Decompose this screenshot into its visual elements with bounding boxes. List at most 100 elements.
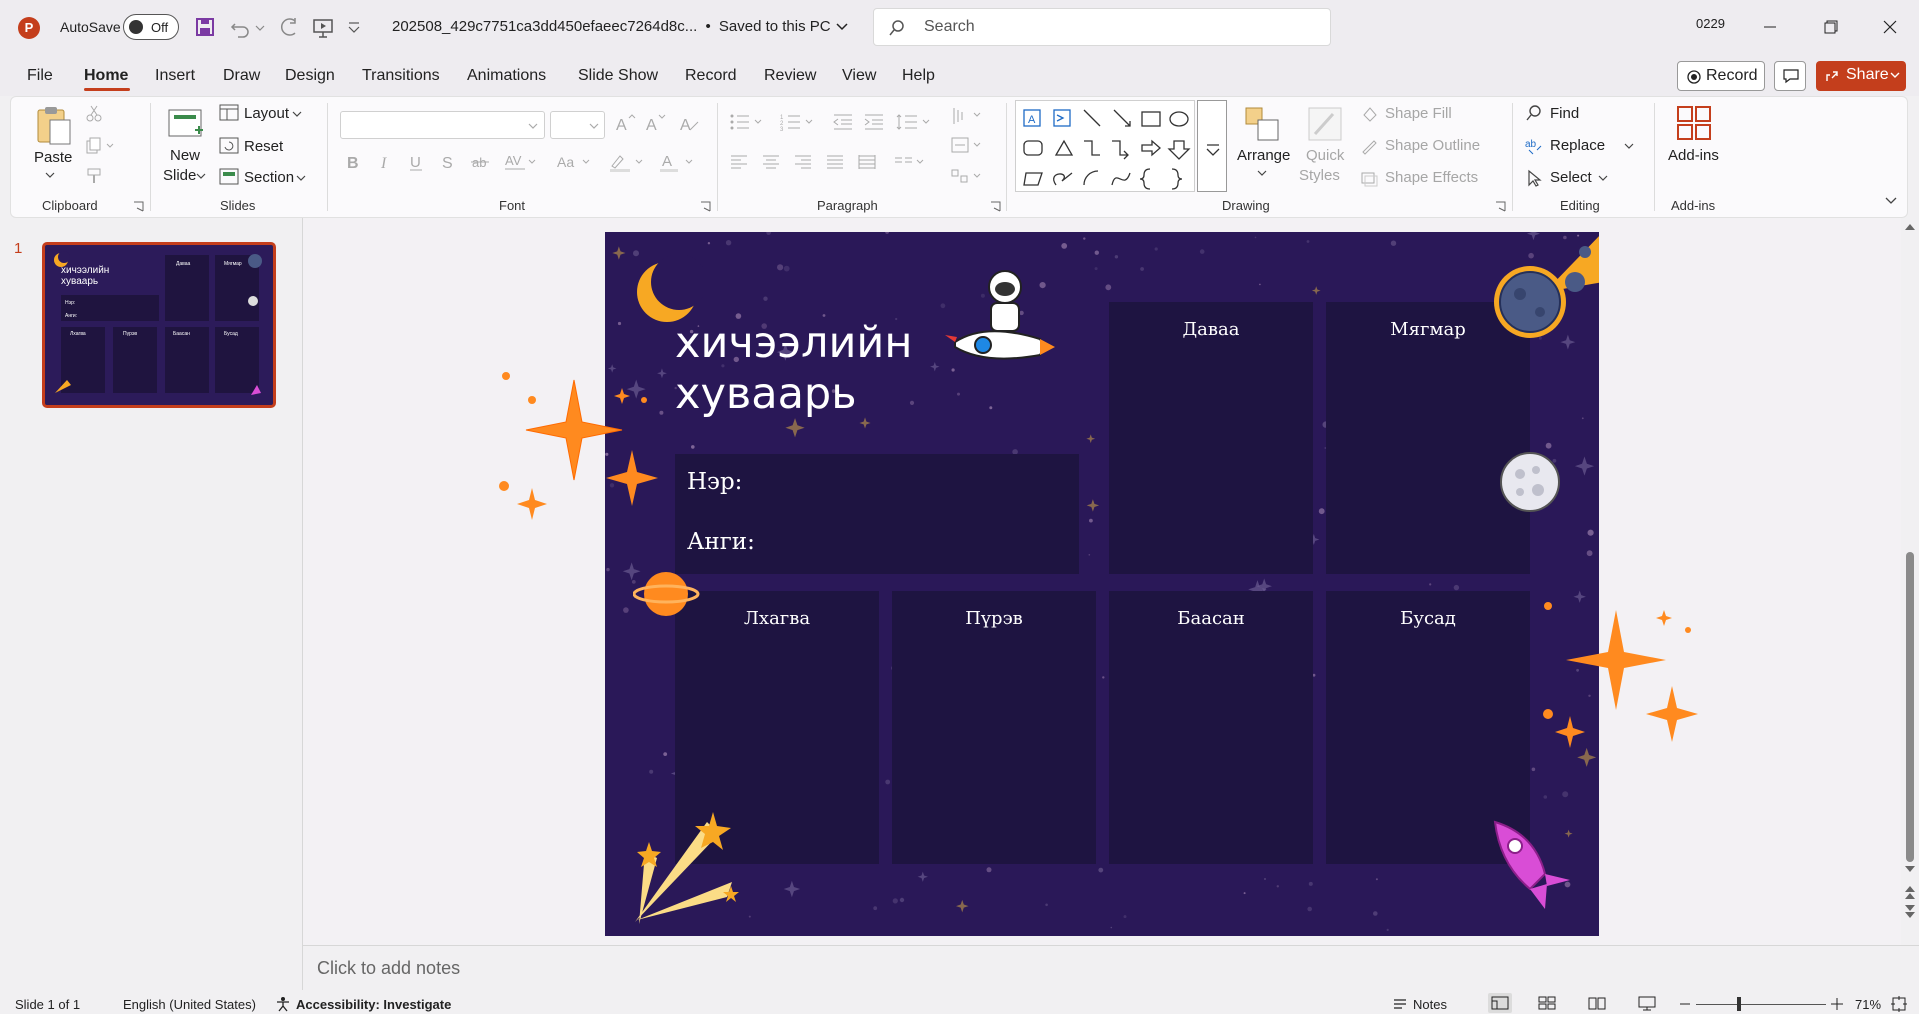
shape-fill-button[interactable]: Shape Fill [1385, 105, 1452, 122]
scrollbar-thumb[interactable] [1906, 552, 1914, 862]
save-icon[interactable] [191, 13, 219, 41]
replace-icon[interactable]: ab [1525, 137, 1543, 155]
new-slide-label-1[interactable]: New [170, 147, 200, 164]
document-title[interactable]: 202508_429c7751ca3dd450efaeec7264d8c... … [392, 18, 849, 35]
undo-icon[interactable] [226, 13, 254, 41]
shapes-more-button[interactable] [1197, 100, 1227, 192]
numbering-icon[interactable]: 123 [780, 112, 820, 132]
tab-insert[interactable]: Insert [155, 67, 195, 85]
notes-toggle[interactable]: Notes [1413, 997, 1447, 1012]
accessibility-icon[interactable] [275, 996, 291, 1012]
chevron-down-icon[interactable] [296, 174, 306, 182]
new-slide-icon[interactable] [165, 104, 205, 144]
new-slide-label-2[interactable]: Slide [163, 167, 196, 184]
language-indicator[interactable]: English (United States) [123, 997, 256, 1012]
ringed-planet-icon[interactable] [633, 564, 703, 624]
decrease-font-size-icon[interactable]: A [644, 112, 666, 134]
clear-formatting-icon[interactable]: A [678, 112, 700, 134]
highlight-icon[interactable] [608, 152, 648, 172]
undo-dropdown-icon[interactable] [253, 13, 267, 41]
shape-fill-icon[interactable] [1360, 105, 1378, 123]
tab-file[interactable]: File [27, 67, 53, 85]
paste-icon[interactable] [34, 104, 74, 148]
layout-icon[interactable] [219, 104, 239, 122]
shape-effects-button[interactable]: Shape Effects [1385, 169, 1478, 186]
tab-transitions[interactable]: Transitions [362, 67, 440, 85]
arrange-icon[interactable] [1242, 104, 1282, 144]
chevron-down-icon[interactable] [44, 170, 56, 180]
cut-icon[interactable] [85, 104, 103, 122]
slide-canvas[interactable]: хичээлийн хуваарь Нэр: Анги: Даваа Мягма… [605, 232, 1599, 936]
slideshow-view-icon[interactable] [1637, 995, 1657, 1011]
increase-font-size-icon[interactable]: A [614, 112, 636, 134]
chevron-down-icon[interactable] [292, 110, 302, 118]
increase-indent-icon[interactable] [863, 112, 885, 132]
comments-button[interactable] [1774, 61, 1806, 91]
zoom-out-icon[interactable] [1680, 1003, 1690, 1007]
change-case-icon[interactable]: Aa [555, 152, 595, 172]
previous-slide-icon[interactable] [1904, 884, 1916, 900]
zoom-in-icon[interactable] [1831, 998, 1843, 1010]
layout-button[interactable]: Layout [244, 105, 289, 122]
font-name-combo[interactable] [340, 111, 545, 139]
character-spacing-icon[interactable]: AV [503, 152, 537, 172]
font-color-icon[interactable]: A [658, 152, 698, 172]
tab-animations[interactable]: Animations [467, 67, 546, 85]
comet-icon[interactable] [1485, 232, 1599, 342]
redo-icon[interactable] [273, 13, 301, 41]
tab-draw[interactable]: Draw [223, 67, 260, 85]
chevron-down-icon[interactable] [1598, 174, 1608, 182]
search-input[interactable]: Search [873, 8, 1331, 46]
align-left-icon[interactable] [729, 152, 749, 172]
shape-effects-icon[interactable] [1360, 169, 1378, 187]
collapse-ribbon-icon[interactable] [1884, 196, 1898, 206]
share-button[interactable]: Share [1816, 61, 1906, 91]
shapes-gallery[interactable]: A [1015, 100, 1195, 192]
chevron-down-icon[interactable] [196, 172, 206, 180]
dialog-launcher-icon[interactable] [990, 201, 1001, 212]
find-icon[interactable] [1525, 104, 1543, 122]
arrange-button[interactable]: Arrange [1237, 147, 1290, 164]
normal-view-icon[interactable] [1488, 993, 1512, 1013]
find-button[interactable]: Find [1550, 105, 1579, 122]
shape-outline-icon[interactable] [1360, 137, 1378, 155]
underline-icon[interactable]: U [407, 152, 425, 172]
tab-help[interactable]: Help [902, 67, 935, 85]
section-icon[interactable] [219, 168, 239, 186]
reading-view-icon[interactable] [1587, 995, 1607, 1011]
tab-slide-show[interactable]: Slide Show [578, 67, 658, 85]
decrease-indent-icon[interactable] [832, 112, 854, 132]
select-button[interactable]: Select [1550, 169, 1592, 186]
scroll-up-icon[interactable] [1904, 222, 1916, 232]
zoom-slider[interactable] [1696, 1004, 1826, 1005]
align-center-icon[interactable] [761, 152, 781, 172]
format-painter-icon[interactable] [85, 167, 103, 185]
select-icon[interactable] [1525, 169, 1543, 187]
day-cell-thursday[interactable]: Пүрэв [892, 591, 1096, 864]
day-cell-friday[interactable]: Баасан [1109, 591, 1313, 864]
dialog-launcher-icon[interactable] [1495, 201, 1506, 212]
slide-thumbnail[interactable]: хичээлийн хуваарь Даваа Мягмар Лхагва Пү… [42, 242, 276, 408]
chevron-down-icon[interactable] [1624, 142, 1634, 150]
section-button[interactable]: Section [244, 169, 294, 186]
notes-pane[interactable] [303, 945, 1919, 990]
shape-outline-button[interactable]: Shape Outline [1385, 137, 1480, 154]
font-size-combo[interactable] [550, 111, 605, 139]
quick-styles-label-1[interactable]: Quick [1306, 147, 1344, 164]
distributed-icon[interactable] [857, 152, 877, 172]
reset-button[interactable]: Reset [244, 138, 283, 155]
astronaut-rocket-icon[interactable] [945, 267, 1060, 387]
user-account[interactable]: 0229 [1696, 16, 1725, 31]
day-cell-tuesday[interactable]: Мягмар [1326, 302, 1530, 574]
line-spacing-icon[interactable] [895, 112, 935, 132]
notes-icon[interactable] [1392, 996, 1408, 1012]
tab-design[interactable]: Design [285, 67, 335, 85]
chevron-down-icon[interactable] [1257, 169, 1267, 177]
align-text-icon[interactable] [950, 135, 986, 155]
moon-icon[interactable] [1498, 450, 1562, 514]
next-slide-icon[interactable] [1904, 904, 1916, 920]
crescent-moon-icon[interactable] [635, 252, 705, 332]
quick-styles-label-2[interactable]: Styles [1299, 167, 1340, 184]
present-icon[interactable] [309, 13, 337, 41]
zoom-slider-thumb[interactable] [1737, 997, 1741, 1011]
